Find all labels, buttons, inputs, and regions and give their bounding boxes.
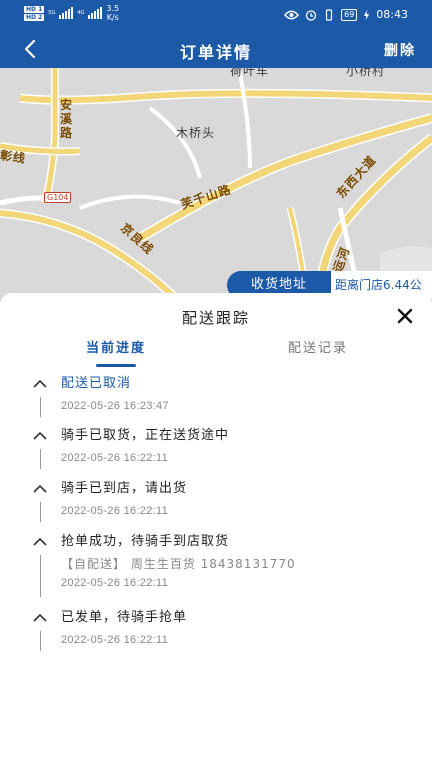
chevron-up-icon[interactable] <box>33 613 47 623</box>
chevron-up-icon[interactable] <box>33 431 47 441</box>
app-header: 订单详情 删除 <box>0 30 432 68</box>
tab-delivery-records[interactable]: 配送记录 <box>238 337 398 356</box>
step-time: 2022-05-26 16:23:47 <box>61 400 169 412</box>
network-type-2: 4G <box>77 10 85 16</box>
step-title: 抢单成功，待骑手到店取货 <box>61 534 230 549</box>
status-bar: HD 1 HD 2 5G 4G 3.5 K/s 69 08:43 <box>0 0 432 30</box>
tab-current-progress[interactable]: 当前进度 <box>36 337 196 356</box>
timeline-step: 骑手已到店，请出货 2022-05-26 16:22:11 <box>0 480 432 533</box>
tab-bar: 当前进度 配送记录 <box>0 337 432 367</box>
step-title: 已发单，待骑手抢单 <box>61 610 188 625</box>
sheet-title: 配送跟踪 <box>181 309 250 327</box>
eye-icon <box>284 10 300 19</box>
timeline-step: 抢单成功，待骑手到店取货 【自配送】 周生生百货 18438131770 202… <box>0 533 432 609</box>
vibrate-icon <box>326 8 333 21</box>
step-time: 2022-05-26 16:22:11 <box>61 452 169 464</box>
chevron-up-icon[interactable] <box>33 379 47 389</box>
timeline-connector <box>40 397 41 417</box>
timeline-connector <box>40 449 41 469</box>
signal-icon-2 <box>88 7 103 19</box>
network-type-1: 5G <box>48 10 56 16</box>
step-time: 2022-05-26 16:22:11 <box>61 505 169 517</box>
step-time: 2022-05-26 16:22:11 <box>61 577 169 589</box>
map-place-label: 小桥村 <box>346 68 386 78</box>
timeline: 配送已取消 2022-05-26 16:23:47 骑手已取货，正在送货途中 2… <box>0 375 432 661</box>
battery-level: 69 <box>341 8 358 21</box>
map-road-label: 安溪路 <box>60 98 74 140</box>
step-title: 骑手已取货，正在送货途中 <box>61 428 230 443</box>
network-speed: 3.5 K/s <box>106 4 120 22</box>
delete-button[interactable]: 删除 <box>384 40 416 60</box>
sim1-badge: HD 1 <box>24 5 45 13</box>
timeline-step: 骑手已取货，正在送货途中 2022-05-26 16:22:11 <box>0 427 432 480</box>
step-title: 配送已取消 <box>61 376 132 391</box>
active-tab-indicator <box>96 364 136 367</box>
timeline-step: 配送已取消 2022-05-26 16:23:47 <box>0 375 432 427</box>
sim-indicators: HD 1 HD 2 <box>24 5 45 21</box>
clock-time: 08:43 <box>376 8 408 21</box>
status-bar-left: HD 1 HD 2 5G 4G 3.5 K/s <box>24 4 119 22</box>
page-title: 订单详情 <box>179 43 252 62</box>
timeline-connector <box>40 631 41 651</box>
map-place-label: 荷叶车 <box>230 68 270 78</box>
timeline-connector <box>40 502 41 522</box>
map-road-label: 彰线 <box>0 148 27 166</box>
highway-badge: G104 <box>44 192 72 203</box>
charging-icon <box>364 9 370 20</box>
timeline-step: 已发单，待骑手抢单 2022-05-26 16:22:11 <box>0 609 432 661</box>
close-icon[interactable] <box>396 307 414 325</box>
timeline-connector <box>40 555 41 597</box>
sim2-badge: HD 2 <box>24 13 45 21</box>
map-place-label: 木桥头 <box>176 126 216 140</box>
step-courier-detail: 【自配送】 周生生百货 18438131770 <box>61 557 296 571</box>
signal-icon <box>59 7 74 19</box>
chevron-up-icon[interactable] <box>33 537 47 547</box>
chevron-up-icon[interactable] <box>33 484 47 494</box>
delivery-tracking-sheet: 配送跟踪 当前进度 配送记录 配送已取消 2022-05-26 16:23:47… <box>0 293 432 768</box>
step-time: 2022-05-26 16:22:11 <box>61 634 169 646</box>
status-bar-right: 69 08:43 <box>284 8 408 21</box>
alarm-icon <box>305 9 317 21</box>
step-title: 骑手已到店，请出货 <box>61 481 188 496</box>
